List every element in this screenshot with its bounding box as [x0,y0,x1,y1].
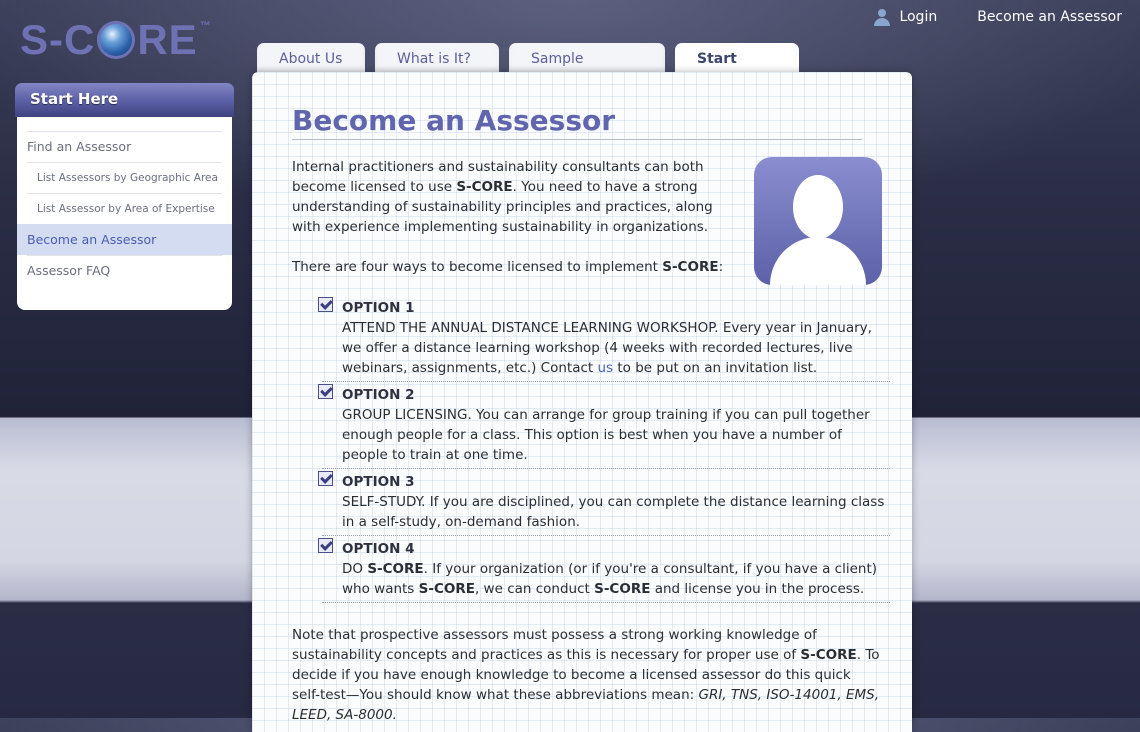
sidebar: Start Here Find an Assessor List Assesso… [15,83,234,310]
option-4-text-c: , we can conduct [474,581,595,597]
tab-what-is-it[interactable]: What is It? [375,43,499,73]
option-4-brand-2: S-CORE [418,581,475,597]
checkbox-checked-icon [318,384,333,399]
option-4-brand-3: S-CORE [594,581,651,597]
avatar-head [793,175,843,239]
four-ways-paragraph: There are four ways to become licensed t… [292,257,742,277]
option-1-title: OPTION 1 [342,300,415,316]
main-tabs: About Us What is It? Sample Assessment S… [257,43,799,99]
sidebar-item-by-geographic-area[interactable]: List Assessors by Geographic Area [27,162,222,193]
user-avatar-icon [754,157,882,285]
option-3-title: OPTION 3 [342,474,415,490]
main-content: Become an Assessor Internal practitioner… [252,72,912,732]
option-4-title: OPTION 4 [342,541,415,557]
checkbox-checked-icon [318,471,333,486]
four-ways-text: There are four ways to become licensed t… [292,259,663,275]
page-title: Become an Assessor [292,104,862,140]
option-3-text: SELF-STUDY. If you are disciplined, you … [342,494,885,530]
checkbox-checked-icon [318,538,333,553]
intro-brand: S-CORE [456,179,513,195]
login-link[interactable]: Login [873,8,937,26]
option-4-text-d: and license you in the process. [650,581,865,597]
contact-us-link[interactable]: us [598,360,614,376]
s-core-logo[interactable]: S-C RE ™ [20,16,212,63]
tab-sample-assessment[interactable]: Sample Assessment [509,43,665,99]
trademark-mark: ™ [199,20,212,32]
note-paragraph: Note that prospective assessors must pos… [292,625,882,725]
checkbox-checked-icon [318,297,333,312]
option-4-text-a: DO [342,561,368,577]
option-2-text: GROUP LICENSING. You can arrange for gro… [342,407,870,463]
sidebar-item-find-assessor[interactable]: Find an Assessor [27,131,222,162]
globe-icon [97,21,136,59]
avatar-shoulders [770,237,866,285]
option-1-text: ATTEND THE ANNUAL DISTANCE LEARNING WORK… [342,318,890,378]
sidebar-item-assessor-faq[interactable]: Assessor FAQ [27,255,222,286]
option-divider [322,381,890,382]
four-ways-colon: : [718,259,724,275]
top-navigation: Login Become an Assessor [873,8,1122,26]
option-2: OPTION 2 GROUP LICENSING. You can arrang… [322,385,890,469]
option-divider [322,602,890,603]
option-1: OPTION 1 ATTEND THE ANNUAL DISTANCE LEAR… [322,298,890,382]
become-assessor-link[interactable]: Become an Assessor [977,9,1122,25]
option-4-text: DO S-CORE. If your organization (or if y… [342,559,890,599]
sidebar-item-by-area-of-expertise[interactable]: List Assessor by Area of Expertise [27,193,222,224]
login-label: Login [899,9,938,25]
intro-paragraph: Internal practitioners and sustainabilit… [292,157,742,237]
tab-start-here[interactable]: Start Here [675,43,799,99]
option-1-text-b: to be put on an invitation list. [613,360,818,376]
four-ways-brand: S-CORE [662,259,719,275]
note-brand: S-CORE [800,647,857,663]
option-4: OPTION 4 DO S-CORE. If your organization… [322,539,890,603]
option-4-brand-1: S-CORE [367,561,424,577]
option-divider [322,535,890,536]
option-3: OPTION 3 SELF-STUDY. If you are discipli… [322,472,890,536]
sidebar-title: Start Here [15,83,234,117]
user-icon [873,8,891,26]
option-2-title: OPTION 2 [342,387,415,403]
logo-text-suffix: RE [137,16,198,63]
tab-about-us[interactable]: About Us [257,43,365,73]
note-text-a: Note that prospective assessors must pos… [292,627,817,663]
logo-text-prefix: S-C [20,16,96,63]
option-divider [322,468,890,469]
sidebar-item-become-assessor[interactable]: Become an Assessor [17,224,232,255]
sidebar-menu: Find an Assessor List Assessors by Geogr… [17,117,232,310]
